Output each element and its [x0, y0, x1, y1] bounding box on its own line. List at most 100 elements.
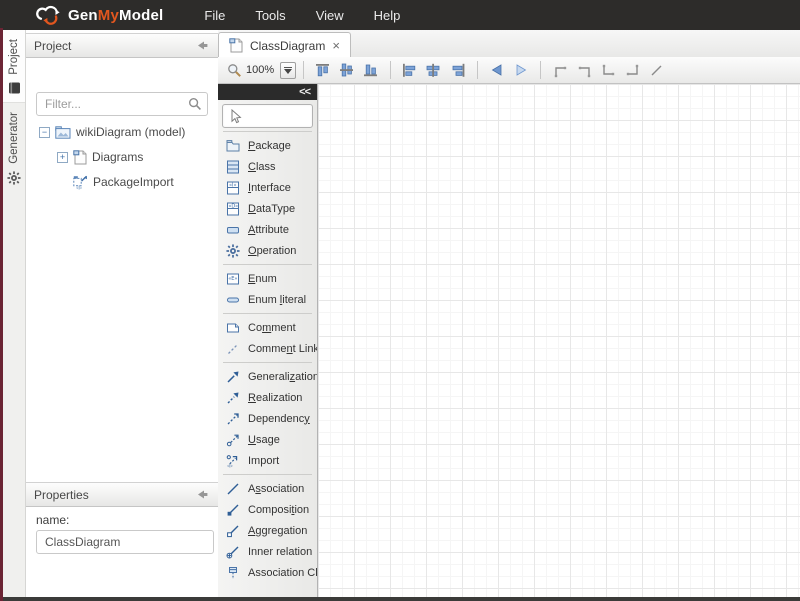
palette-item-aggregation[interactable]: Aggregation: [218, 520, 317, 541]
palette-item-label: Comment Link: [248, 343, 318, 355]
toolbar-separator: [540, 61, 541, 79]
side-tab-project-label: Project: [8, 39, 20, 75]
side-tab-generator[interactable]: Generator: [3, 103, 25, 193]
expand-expander-icon[interactable]: +: [57, 152, 68, 163]
project-panel-title: Project: [34, 39, 71, 53]
palette-item-composition[interactable]: Composition: [218, 499, 317, 520]
link-style-2-button[interactable]: [572, 59, 596, 81]
cloud-logo-icon: [34, 3, 62, 27]
association-icon: [226, 482, 240, 496]
tree-row-diagrams[interactable]: + Diagrams: [57, 149, 215, 165]
side-tab-project[interactable]: Project: [3, 30, 25, 103]
project-collapse-arrow-icon[interactable]: [196, 39, 209, 52]
editor-toolbar: 100%: [218, 57, 800, 84]
palette-item-dependency[interactable]: Dependency: [218, 408, 317, 429]
palette-separator: [223, 131, 312, 132]
align-bottom-button[interactable]: [359, 59, 383, 81]
properties-collapse-arrow-icon[interactable]: [196, 488, 209, 501]
window-left-edge: [0, 28, 3, 601]
enum-icon: «E»: [226, 272, 240, 286]
zoom-dropdown-button[interactable]: [280, 62, 296, 79]
tree-label: Diagrams: [92, 150, 143, 164]
palette-item-enum[interactable]: «E» Enum: [218, 268, 317, 289]
palette-item-class[interactable]: Class: [218, 156, 317, 177]
operation-gear-icon: [226, 244, 240, 258]
name-field[interactable]: [36, 530, 214, 554]
palette-item-interface[interactable]: «I» Interface: [218, 177, 317, 198]
palette-item-operation[interactable]: Operation: [218, 240, 317, 261]
palette-item-label: Enum literal: [248, 294, 306, 306]
toolbar-separator: [390, 61, 391, 79]
window-bottom-edge: [0, 597, 800, 601]
magnifier-icon: [227, 63, 242, 78]
palette-item-association[interactable]: Association: [218, 478, 317, 499]
palette-item-label: Comment: [248, 322, 296, 334]
selection-tool-button[interactable]: [222, 104, 313, 128]
left-panel-column: Project − wikiDiagram (model): [25, 30, 219, 597]
association-class-icon: [226, 566, 240, 580]
palette-item-datatype[interactable]: «D» DataType: [218, 198, 317, 219]
link-rectilinear-4-icon: [624, 62, 641, 79]
tab-close-icon[interactable]: ×: [332, 39, 340, 52]
zoom-control: 100%: [227, 62, 296, 79]
link-style-3-button[interactable]: [596, 59, 620, 81]
generalization-icon: [226, 370, 240, 384]
palette-item-comment[interactable]: Comment: [218, 317, 317, 338]
palette-group: Association Composition Aggregation: [218, 478, 317, 583]
palette-item-label: Inner relation: [248, 546, 312, 558]
palette-item-label: Package: [248, 140, 291, 152]
palette-item-enum-literal[interactable]: Enum literal: [218, 289, 317, 310]
filter-row: [36, 92, 208, 116]
palette-item-inner-relation[interactable]: Inner relation: [218, 541, 317, 562]
palette-item-realization[interactable]: Realization: [218, 387, 317, 408]
palette-item-attribute[interactable]: Attribute: [218, 219, 317, 240]
collapse-expander-icon[interactable]: −: [39, 127, 50, 138]
brand-text: GenMyModel: [68, 7, 163, 24]
link-style-1-button[interactable]: [548, 59, 572, 81]
align-left-button[interactable]: [398, 59, 422, 81]
palette-item-comment-link[interactable]: Comment Link: [218, 338, 317, 359]
palette-item-import[interactable]: ‹I› Import: [218, 450, 317, 471]
topbar: GenMyModel File Tools View Help: [0, 0, 800, 30]
link-style-oblique-button[interactable]: [644, 59, 668, 81]
menu-help[interactable]: Help: [359, 2, 416, 29]
palette: << Package: [218, 84, 318, 597]
gear-icon: [7, 171, 21, 185]
align-left-icon: [401, 62, 419, 78]
flip-right-button[interactable]: [509, 59, 533, 81]
project-panel-header: Project: [25, 33, 218, 58]
flip-left-icon: [488, 62, 506, 78]
tree-row-model[interactable]: − wikiDiagram (model): [39, 124, 215, 140]
palette-item-association-class[interactable]: Association Cl...: [218, 562, 317, 583]
palette-group: Comment Comment Link: [218, 317, 317, 359]
tab-label: ClassDiagram: [250, 39, 325, 53]
filter-input[interactable]: [36, 92, 208, 116]
brand-logo[interactable]: GenMyModel: [34, 3, 163, 27]
palette-item-label: Dependency: [248, 413, 310, 425]
palette-group: Package Class «I» Interface: [218, 135, 317, 261]
side-tab-generator-label: Generator: [8, 112, 20, 164]
palette-group: Generalization Realization Dependency: [218, 366, 317, 471]
menu-view[interactable]: View: [301, 2, 359, 29]
align-center-button[interactable]: [422, 59, 446, 81]
project-tree: − wikiDiagram (model) + Diagrams: [39, 124, 215, 199]
tab-classdiagram[interactable]: ClassDiagram ×: [218, 32, 351, 58]
name-field-label: name:: [36, 513, 69, 527]
palette-item-usage[interactable]: Usage: [218, 429, 317, 450]
diagram-canvas[interactable]: [318, 84, 800, 597]
palette-item-package[interactable]: Package: [218, 135, 317, 156]
tree-row-package-import[interactable]: ‹I› PackageImport: [57, 174, 215, 190]
menu-tools[interactable]: Tools: [240, 2, 300, 29]
toolbar-separator: [477, 61, 478, 79]
flip-left-button[interactable]: [485, 59, 509, 81]
menu-file[interactable]: File: [189, 2, 240, 29]
palette-collapse-button[interactable]: <<: [299, 87, 310, 98]
align-right-button[interactable]: [446, 59, 470, 81]
palette-item-label: Realization: [248, 392, 302, 404]
align-middle-button[interactable]: [335, 59, 359, 81]
menubar: File Tools View Help: [189, 2, 415, 29]
link-style-4-button[interactable]: [620, 59, 644, 81]
align-top-button[interactable]: [311, 59, 335, 81]
palette-item-generalization[interactable]: Generalization: [218, 366, 317, 387]
dropdown-bar: [284, 67, 292, 68]
